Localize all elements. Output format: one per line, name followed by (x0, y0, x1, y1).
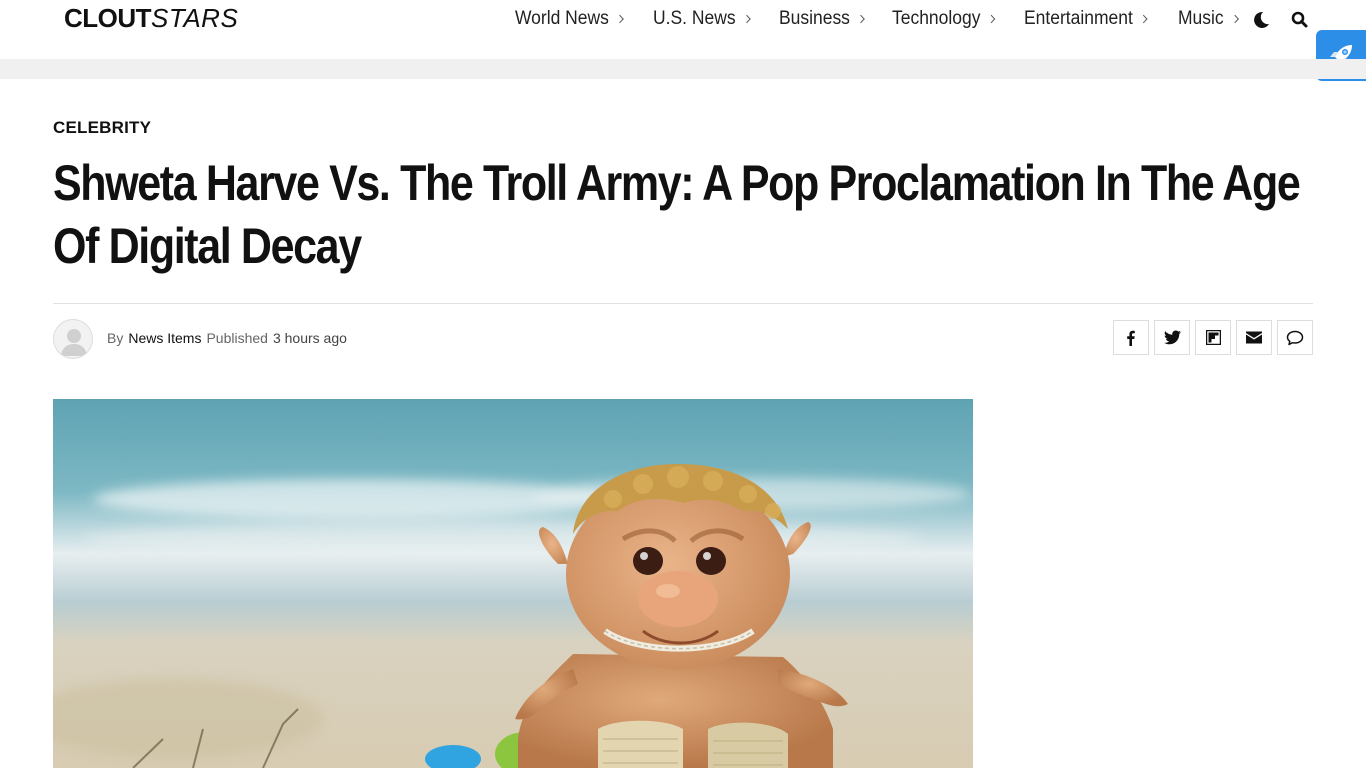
flipboard-icon (1205, 330, 1221, 345)
chevron-down-icon (1140, 14, 1148, 23)
logo-part-clout: CLOUT (64, 3, 152, 33)
email-icon (1246, 331, 1262, 344)
author-link[interactable]: News Items (128, 330, 201, 346)
chevron-down-icon (1231, 14, 1239, 23)
byline: By News Items Published 3 hours ago (107, 330, 347, 346)
nav-item-us-news[interactable]: U.S. News (653, 8, 751, 30)
nav-item-music[interactable]: Music (1178, 8, 1239, 30)
nav-item-world-news[interactable]: World News (515, 8, 624, 30)
search-icon[interactable] (1289, 9, 1311, 31)
share-facebook-button[interactable] (1113, 320, 1149, 355)
comment-icon (1286, 330, 1304, 345)
site-header: CLOUT STARS World News U.S. News Busines… (0, 0, 1366, 59)
twitter-icon (1163, 330, 1181, 345)
share-flipboard-button[interactable] (1195, 320, 1231, 355)
facebook-icon (1127, 330, 1135, 346)
chevron-down-icon (856, 14, 865, 23)
article-title: Shweta Harve Vs. The Troll Army: A Pop P… (53, 155, 1301, 274)
share-comment-button[interactable] (1277, 320, 1313, 355)
main-nav: World News U.S. News Business Technology… (515, 0, 1264, 38)
nav-label: Entertainment (1024, 8, 1133, 29)
publish-time: 3 hours ago (272, 330, 347, 346)
published-label: Published (206, 330, 268, 346)
nav-label: Business (778, 8, 850, 29)
nav-item-entertainment[interactable]: Entertainment (1024, 8, 1148, 30)
chevron-down-icon (742, 14, 751, 23)
category-link[interactable]: CELEBRITY (53, 118, 151, 138)
nav-label: World News (515, 8, 609, 29)
by-label: By (107, 330, 124, 346)
share-email-button[interactable] (1236, 320, 1272, 355)
nav-label: U.S. News (653, 8, 736, 29)
divider (53, 303, 1313, 304)
share-twitter-button[interactable] (1154, 320, 1190, 355)
chevron-down-icon (987, 14, 996, 23)
moon-icon[interactable] (1250, 9, 1272, 31)
header-band (0, 59, 1366, 79)
featured-image (53, 399, 973, 768)
site-logo[interactable]: CLOUT STARS (64, 3, 238, 35)
chevron-down-icon (616, 14, 624, 23)
avatar[interactable] (53, 319, 93, 359)
nav-label: Technology (891, 8, 981, 29)
nav-item-business[interactable]: Business (778, 8, 865, 30)
nav-label: Music (1178, 8, 1224, 29)
nav-item-technology[interactable]: Technology (891, 8, 996, 30)
logo-part-stars: STARS (151, 3, 239, 33)
